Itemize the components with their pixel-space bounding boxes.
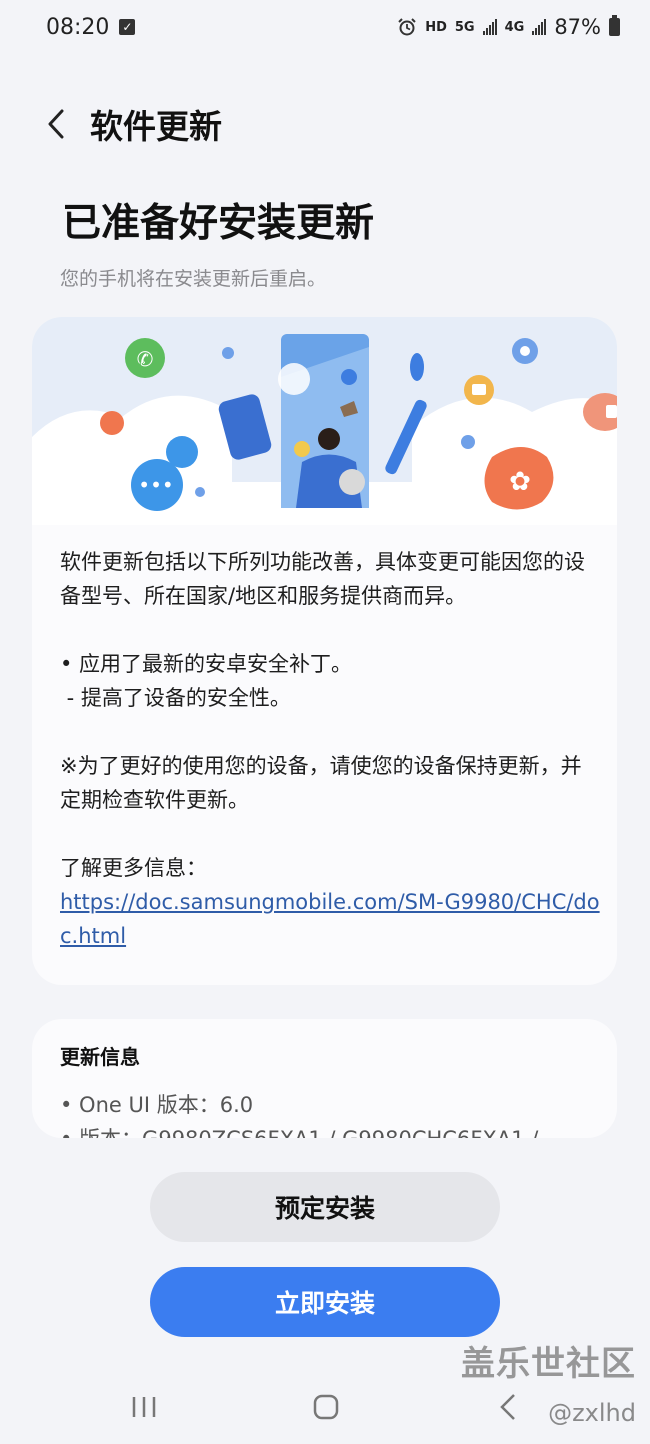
subtitle: 您的手机将在安装更新后重启。 [60,268,327,290]
home-button[interactable] [309,1392,343,1426]
status-bar: 08:20 ✓ HD 5G 4G 87% [0,0,650,54]
battery-icon [609,15,620,36]
install-now-button[interactable]: 立即安装 [150,1267,500,1337]
notes-intro: 软件更新包括以下所列功能改善，具体变更可能因您的设备型号、所在国家/地区和服务提… [60,550,585,608]
watermark: 盖乐世社区 @zxlhd [461,1336,636,1427]
5g-indicator: 5G [454,19,475,35]
watermark-handle: @zxlhd [548,1399,636,1427]
recent-apps-icon [132,1397,156,1417]
status-time: 08:20 [46,14,110,40]
notification-check-icon: ✓ [119,19,136,35]
more-info-label: 了解更多信息： [60,856,207,880]
update-info-card: 更新信息 • One UI 版本：6.0 • 版本：G9980ZCS6FXA1 … [32,1019,617,1138]
release-notes-text: 软件更新包括以下所列功能改善，具体变更可能因您的设备型号、所在国家/地区和服务提… [60,545,600,953]
svg-text:✿: ✿ [509,467,531,497]
app-header: 软件更新 [36,96,222,152]
4g-indicator: 4G [504,19,525,35]
status-left: 08:20 ✓ [46,14,136,40]
notes-item-1-sub: - 提高了设备的安全性。 [60,686,291,710]
back-button[interactable] [36,96,76,152]
update-illustration: ✆ ••• ✿ [32,317,617,525]
release-notes-card: ✆ ••• ✿ 软件更新包括以下所列功能改善，具体变更可能因您的设备型号、所在国… [32,317,617,985]
home-icon [313,1394,339,1420]
watermark-title: 盖乐世社区 [461,1344,636,1384]
svg-text:✆: ✆ [137,347,154,371]
recent-apps-button[interactable] [128,1392,160,1426]
one-ui-version: • One UI 版本：6.0 [60,1093,254,1117]
more-info-link[interactable]: https://doc.samsungmobile.com/SM-G9980/C… [60,890,600,948]
chevron-left-icon [48,109,64,139]
main-title: 已准备好安装更新 [62,201,375,246]
alarm-icon [398,18,416,36]
update-info-title: 更新信息 [60,1045,140,1069]
svg-text:•••: ••• [138,473,173,497]
notes-item-1: • 应用了最新的安卓安全补丁。 [60,652,353,676]
battery-percent: 87% [554,15,601,39]
signal-icon-2 [532,19,547,35]
schedule-install-button[interactable]: 预定安装 [150,1172,500,1242]
page-title: 软件更新 [90,107,222,146]
status-right: HD 5G 4G 87% [397,15,620,39]
hd-indicator: HD [425,19,447,35]
notes-reminder: ※为了更好的使用您的设备，请使您的设备保持更新，并定期检查软件更新。 [60,754,582,812]
signal-icon [482,19,497,35]
build-version: • 版本：G9980ZCS6FXA1 / G9980CHC6FXA1 / [60,1123,538,1138]
